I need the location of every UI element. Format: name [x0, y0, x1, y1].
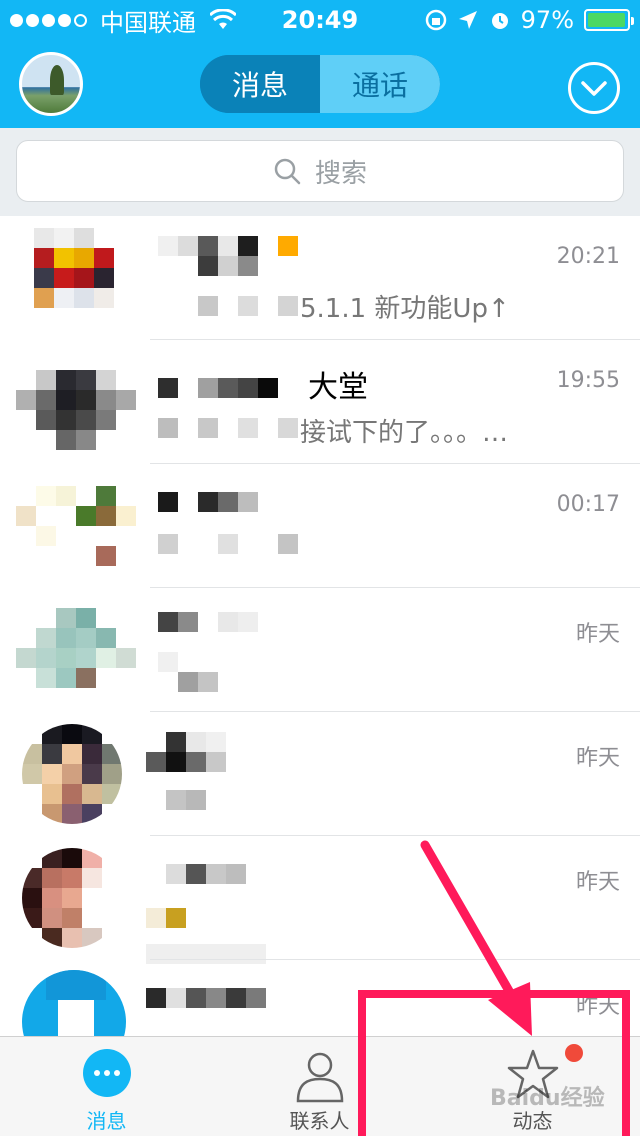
watermark: Baidu经验 — [490, 1086, 605, 1111]
qq-message-screen: 中国联通 20:49 97% 消息 通话 搜索 5.1.1 新功能Up↑ 20:… — [0, 0, 640, 1136]
annotation-arrow-icon — [420, 840, 532, 1036]
